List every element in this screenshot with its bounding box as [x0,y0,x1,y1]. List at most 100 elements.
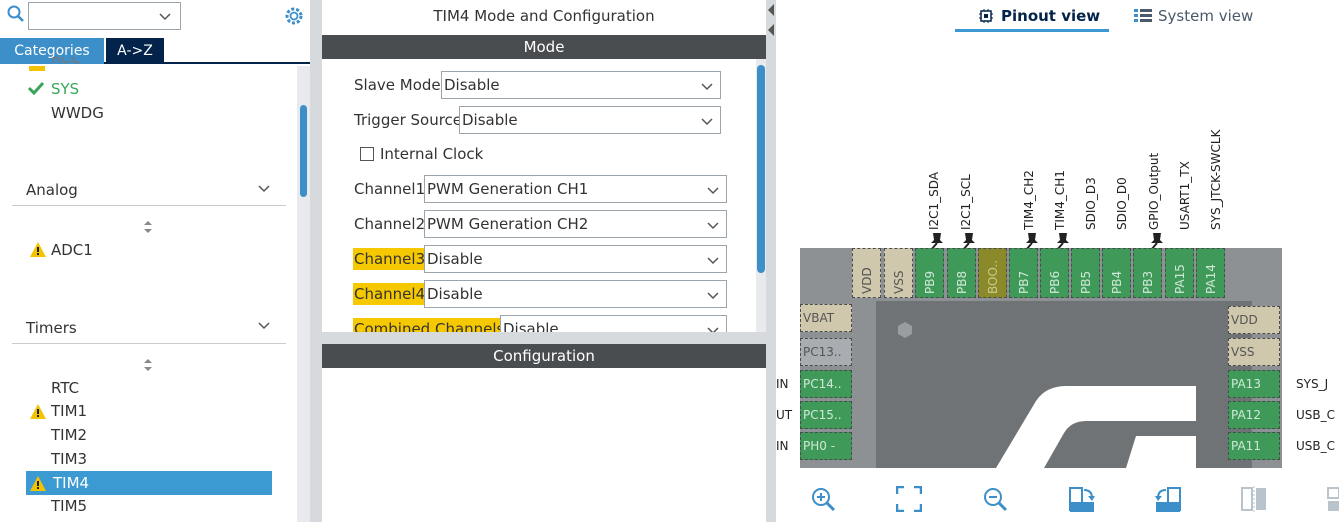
pin-pc14[interactable]: PC14.. [800,370,852,398]
pin-pa11[interactable]: PA11 [1228,432,1280,460]
pin-pb8[interactable]: PB8 [947,248,976,298]
pin-pb7[interactable]: PB7 [1009,248,1038,298]
chevron-down-icon[interactable] [257,318,271,332]
pin-pa13[interactable]: PA13 [1228,370,1280,398]
sidebar-item-rtc[interactable]: RTC [51,377,79,399]
scrollbar-thumb[interactable] [300,105,307,197]
signal-label: USB_C [1296,439,1336,453]
pin-pb5[interactable]: PB5 [1071,248,1100,298]
search-combobox[interactable] [28,2,181,30]
channel4-select[interactable]: Disable [424,280,727,308]
chevron-down-icon[interactable] [257,181,271,195]
splitter[interactable] [322,332,766,344]
sidebar-item-sys[interactable]: SYS [51,78,79,100]
pin-ph0[interactable]: PH0 - [800,432,852,460]
chevron-down-icon [707,292,719,300]
signal-label: TIM4_CH2 [1022,170,1036,230]
select-value: Disable [503,320,559,332]
pin-label: PB9 [923,270,937,294]
section-timers[interactable]: Timers [26,319,77,337]
signal-label: SDIO_D0 [1115,177,1129,230]
signal-label: SDIO_D3 [1084,177,1098,230]
section-analog[interactable]: Analog [26,181,78,199]
collapse-icon[interactable] [767,0,775,40]
flip-vertical-icon[interactable] [1240,486,1268,512]
pin-pa15[interactable]: PA15 [1165,248,1194,298]
gear-icon[interactable] [283,5,305,27]
chevron-down-icon [701,83,713,91]
sidebar-item-tim4[interactable]: TIM4 [53,472,89,494]
tab-pinout-view[interactable]: Pinout view [955,0,1109,32]
sidebar-item-tim3[interactable]: TIM3 [51,448,87,470]
zoom-out-icon[interactable] [982,486,1008,512]
sort-icon[interactable] [143,359,153,371]
select-value: Disable [427,285,483,303]
pin-vdd[interactable]: VDD [852,248,881,298]
fit-screen-icon[interactable] [896,486,922,512]
channel2-label: Channel2 [354,215,426,233]
pin-pc15[interactable]: PC15.. [800,401,852,429]
search-icon[interactable] [6,4,26,24]
pin-boot0[interactable]: BOO.. [978,248,1007,298]
sidebar-item-rcc[interactable]: RCC [51,57,82,71]
chip-core [876,301,1252,468]
channel3-label: Channel3 [353,248,427,270]
pin-label: PB6 [1048,270,1062,294]
signal-label: GPIO_Output [1147,152,1161,230]
trigger-source-select[interactable]: Disable [459,106,721,134]
rotate-right-icon[interactable] [1068,486,1096,514]
sidebar-item-wwdg[interactable]: WWDG [51,102,104,124]
sidebar-item-adc1[interactable]: ADC1 [51,239,93,261]
pin-vdd-right[interactable]: VDD [1228,306,1280,334]
chevron-down-icon [707,327,719,332]
pin-vss-right[interactable]: VSS [1228,338,1280,366]
pin1-marker [898,322,912,338]
pin-pb4[interactable]: PB4 [1102,248,1131,298]
mode-header[interactable]: Mode [322,35,766,59]
scrollbar-thumb[interactable] [757,65,765,273]
pin-vss[interactable]: VSS [884,248,913,298]
channel1-select[interactable]: PWM Generation CH1 [424,175,727,203]
channel3-select[interactable]: Disable [424,245,727,273]
pin-pb9[interactable]: PB9 [915,248,944,298]
sidebar-item-tim1[interactable]: TIM1 [51,400,87,422]
chevron-down-icon[interactable] [158,9,172,23]
internal-clock-checkbox[interactable] [360,147,374,161]
combined-channels-select[interactable]: Disable [500,315,727,332]
signal-label: TIM4_CH1 [1053,170,1067,230]
pin-pc13[interactable]: PC13.. [800,338,852,366]
sidebar-item-tim5[interactable]: TIM5 [51,495,87,517]
tab-system-view[interactable]: System view [1132,0,1272,32]
pin-pa14[interactable]: PA14 [1196,248,1225,298]
signal-label: SYS_JTCK-SWCLK [1209,129,1223,230]
list-icon [1134,9,1152,22]
select-value: PWM Generation CH1 [427,180,589,198]
warning-icon [30,404,46,419]
channel2-select[interactable]: PWM Generation CH2 [424,210,727,238]
channel1-label: Channel1 [354,180,426,198]
pin-pb3[interactable]: PB3 [1133,248,1162,298]
pin-pa12[interactable]: PA12 [1228,401,1280,429]
pin-label: VDD [860,267,874,294]
pin-label: PA14 [1204,264,1218,294]
pin-pb6[interactable]: PB6 [1040,248,1069,298]
rotate-left-icon[interactable] [1154,486,1182,514]
signal-label: I2C1_SDA [927,171,941,230]
sort-icon[interactable] [143,221,153,233]
configuration-header[interactable]: Configuration [322,344,766,368]
signal-label: IN [776,377,789,391]
slave-mode-select[interactable]: Disable [441,71,721,99]
zoom-in-icon[interactable] [810,486,836,512]
tab-a-z[interactable]: A->Z [106,38,164,64]
signal-label: SYS_J [1296,377,1329,391]
warning-icon [29,66,45,71]
trigger-source-label: Trigger Source [354,111,463,129]
splitter[interactable] [310,0,322,522]
warning-icon [30,242,46,257]
sidebar-item-tim2[interactable]: TIM2 [51,424,87,446]
select-value: Disable [444,76,500,94]
flip-horizontal-icon[interactable] [1324,486,1339,512]
pin-vbat[interactable]: VBAT [800,304,852,332]
tab-label: System view [1158,7,1254,25]
splitter[interactable] [766,0,776,522]
